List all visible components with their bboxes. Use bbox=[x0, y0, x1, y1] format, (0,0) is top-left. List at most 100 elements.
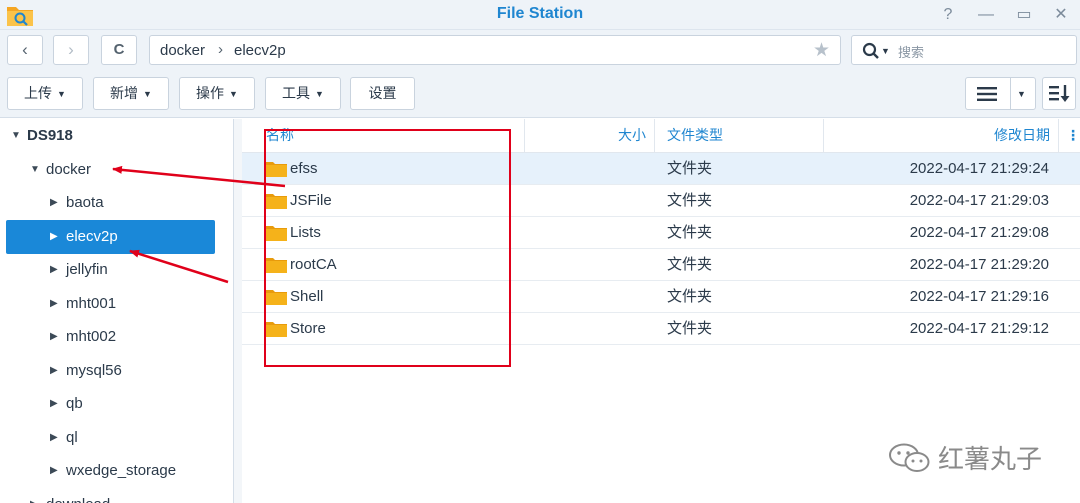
tree-item-wxedge-storage[interactable]: ▶ wxedge_storage bbox=[6, 454, 215, 488]
collapsed-triangle-icon[interactable]: ▶ bbox=[50, 253, 58, 287]
chevron-down-icon: ▼ bbox=[229, 89, 238, 99]
settings-button[interactable]: 设置 bbox=[350, 77, 415, 110]
file-name: JSFile bbox=[290, 192, 332, 209]
folder-icon bbox=[265, 290, 287, 305]
tree-item-elecv2p[interactable]: ▶ elecv2p bbox=[6, 220, 215, 254]
file-row[interactable]: JSFile 文件夹 2022-04-17 21:29:03 bbox=[242, 185, 1080, 217]
back-button[interactable]: ‹ bbox=[7, 35, 43, 65]
file-modified: 2022-04-17 21:29:16 bbox=[909, 288, 1049, 305]
path-bar[interactable]: docker › elecv2p ★ bbox=[149, 35, 841, 65]
chevron-down-icon[interactable]: ▼ bbox=[1017, 79, 1026, 110]
search-input[interactable]: 搜索 bbox=[898, 42, 924, 61]
title-bar: File Station ? — ▭ ✕ bbox=[0, 0, 1080, 30]
list-view-icon bbox=[977, 87, 997, 101]
tree-item-ql[interactable]: ▶ ql bbox=[6, 421, 215, 455]
tree-item-jellyfin[interactable]: ▶ jellyfin bbox=[6, 253, 215, 287]
forward-button[interactable]: › bbox=[53, 35, 89, 65]
file-modified: 2022-04-17 21:29:12 bbox=[909, 320, 1049, 337]
chevron-down-icon: ▼ bbox=[315, 89, 324, 99]
folder-icon bbox=[265, 258, 287, 273]
breadcrumb-docker[interactable]: docker bbox=[160, 42, 205, 59]
folder-icon bbox=[265, 194, 287, 209]
collapsed-triangle-icon[interactable]: ▶ bbox=[30, 488, 38, 503]
file-name: efss bbox=[290, 160, 318, 177]
file-row[interactable]: efss 文件夹 2022-04-17 21:29:24 bbox=[242, 153, 1080, 185]
expanded-triangle-icon[interactable]: ▼ bbox=[11, 119, 21, 153]
collapsed-triangle-icon[interactable]: ▶ bbox=[50, 186, 58, 220]
collapsed-triangle-icon[interactable]: ▶ bbox=[50, 354, 58, 388]
file-row[interactable]: Store 文件夹 2022-04-17 21:29:12 bbox=[242, 313, 1080, 345]
chevron-down-icon: ▼ bbox=[143, 89, 152, 99]
help-icon[interactable]: ? bbox=[937, 4, 959, 26]
minimize-icon[interactable]: — bbox=[975, 4, 997, 26]
toolbar: 上传 ▼ 新增 ▼ 操作 ▼ 工具 ▼ 设置 ▼ bbox=[0, 70, 1080, 118]
button-divider bbox=[1010, 78, 1011, 109]
column-divider[interactable] bbox=[654, 119, 655, 152]
sort-button[interactable] bbox=[1042, 77, 1076, 110]
file-modified: 2022-04-17 21:29:03 bbox=[909, 192, 1049, 209]
search-options-caret-icon[interactable]: ▼ bbox=[881, 46, 890, 56]
tree-root-ds918[interactable]: ▼ DS918 bbox=[6, 119, 215, 153]
folder-icon bbox=[265, 322, 287, 337]
search-icon bbox=[862, 42, 879, 59]
collapsed-triangle-icon[interactable]: ▶ bbox=[50, 421, 58, 455]
tools-button[interactable]: 工具 ▼ bbox=[265, 77, 341, 110]
tree-item-mysql56[interactable]: ▶ mysql56 bbox=[6, 354, 215, 388]
navigation-bar: ‹ › C docker › elecv2p ★ ▼ 搜索 bbox=[0, 30, 1080, 70]
create-button[interactable]: 新增 ▼ bbox=[93, 77, 169, 110]
collapsed-triangle-icon[interactable]: ▶ bbox=[50, 454, 58, 488]
column-divider[interactable] bbox=[1058, 119, 1059, 152]
breadcrumb-elecv2p[interactable]: elecv2p bbox=[234, 42, 286, 59]
folder-tree: ▼ DS918 ▼ docker ▶ baota ▶ elecv2p ▶ jel… bbox=[0, 119, 234, 503]
file-name: Lists bbox=[290, 224, 321, 241]
file-type: 文件夹 bbox=[667, 224, 713, 241]
file-modified: 2022-04-17 21:29:24 bbox=[909, 160, 1049, 177]
action-button[interactable]: 操作 ▼ bbox=[179, 77, 255, 110]
tree-item-download[interactable]: ▶ download bbox=[6, 488, 215, 503]
file-row[interactable]: Lists 文件夹 2022-04-17 21:29:08 bbox=[242, 217, 1080, 249]
maximize-icon[interactable]: ▭ bbox=[1013, 4, 1035, 26]
favorite-star-icon[interactable]: ★ bbox=[813, 39, 830, 62]
collapsed-triangle-icon[interactable]: ▶ bbox=[50, 387, 58, 421]
search-box[interactable]: ▼ 搜索 bbox=[851, 35, 1077, 65]
file-type: 文件夹 bbox=[667, 160, 713, 177]
file-type: 文件夹 bbox=[667, 288, 713, 305]
file-modified: 2022-04-17 21:29:20 bbox=[909, 256, 1049, 273]
column-header-modified[interactable]: 修改日期 bbox=[824, 119, 1050, 152]
file-type: 文件夹 bbox=[667, 256, 713, 273]
tree-item-mht001[interactable]: ▶ mht001 bbox=[6, 287, 215, 321]
collapsed-triangle-icon[interactable]: ▶ bbox=[50, 287, 58, 321]
view-mode-button[interactable]: ▼ bbox=[965, 77, 1036, 110]
file-modified: 2022-04-17 21:29:08 bbox=[909, 224, 1049, 241]
file-row[interactable]: Shell 文件夹 2022-04-17 21:29:16 bbox=[242, 281, 1080, 313]
file-type: 文件夹 bbox=[667, 192, 713, 209]
chevron-down-icon: ▼ bbox=[57, 89, 66, 99]
collapsed-triangle-icon[interactable]: ▶ bbox=[50, 220, 58, 254]
upload-button[interactable]: 上传 ▼ bbox=[7, 77, 83, 110]
column-header-name[interactable]: 名称 bbox=[266, 119, 294, 152]
folder-icon bbox=[265, 162, 287, 177]
sort-icon bbox=[1049, 85, 1070, 102]
file-type: 文件夹 bbox=[667, 320, 713, 337]
tree-item-baota[interactable]: ▶ baota bbox=[6, 186, 215, 220]
collapsed-triangle-icon[interactable]: ▶ bbox=[50, 320, 58, 354]
file-row[interactable]: rootCA 文件夹 2022-04-17 21:29:20 bbox=[242, 249, 1080, 281]
file-name: Store bbox=[290, 320, 326, 337]
column-header-size[interactable]: 大小 bbox=[525, 119, 646, 152]
tree-item-docker[interactable]: ▼ docker bbox=[6, 153, 215, 187]
panel-splitter[interactable] bbox=[234, 119, 242, 503]
refresh-button[interactable]: C bbox=[101, 35, 137, 65]
breadcrumb-separator: › bbox=[218, 41, 223, 58]
column-header-type[interactable]: 文件类型 bbox=[667, 119, 723, 152]
folder-icon bbox=[265, 226, 287, 241]
watermark-text: 红薯丸子 bbox=[938, 444, 1043, 474]
window-title: File Station bbox=[496, 5, 584, 22]
tree-item-qb[interactable]: ▶ qb bbox=[6, 387, 215, 421]
file-name: Shell bbox=[290, 288, 324, 305]
tree-item-mht002[interactable]: ▶ mht002 bbox=[6, 320, 215, 354]
file-list-header: 名称 大小 文件类型 修改日期 ⋮ bbox=[242, 119, 1080, 153]
expanded-triangle-icon[interactable]: ▼ bbox=[30, 153, 40, 187]
column-options-icon[interactable]: ⋮ bbox=[1066, 119, 1080, 152]
close-icon[interactable]: ✕ bbox=[1050, 4, 1072, 26]
wechat-logo-icon bbox=[889, 443, 930, 472]
